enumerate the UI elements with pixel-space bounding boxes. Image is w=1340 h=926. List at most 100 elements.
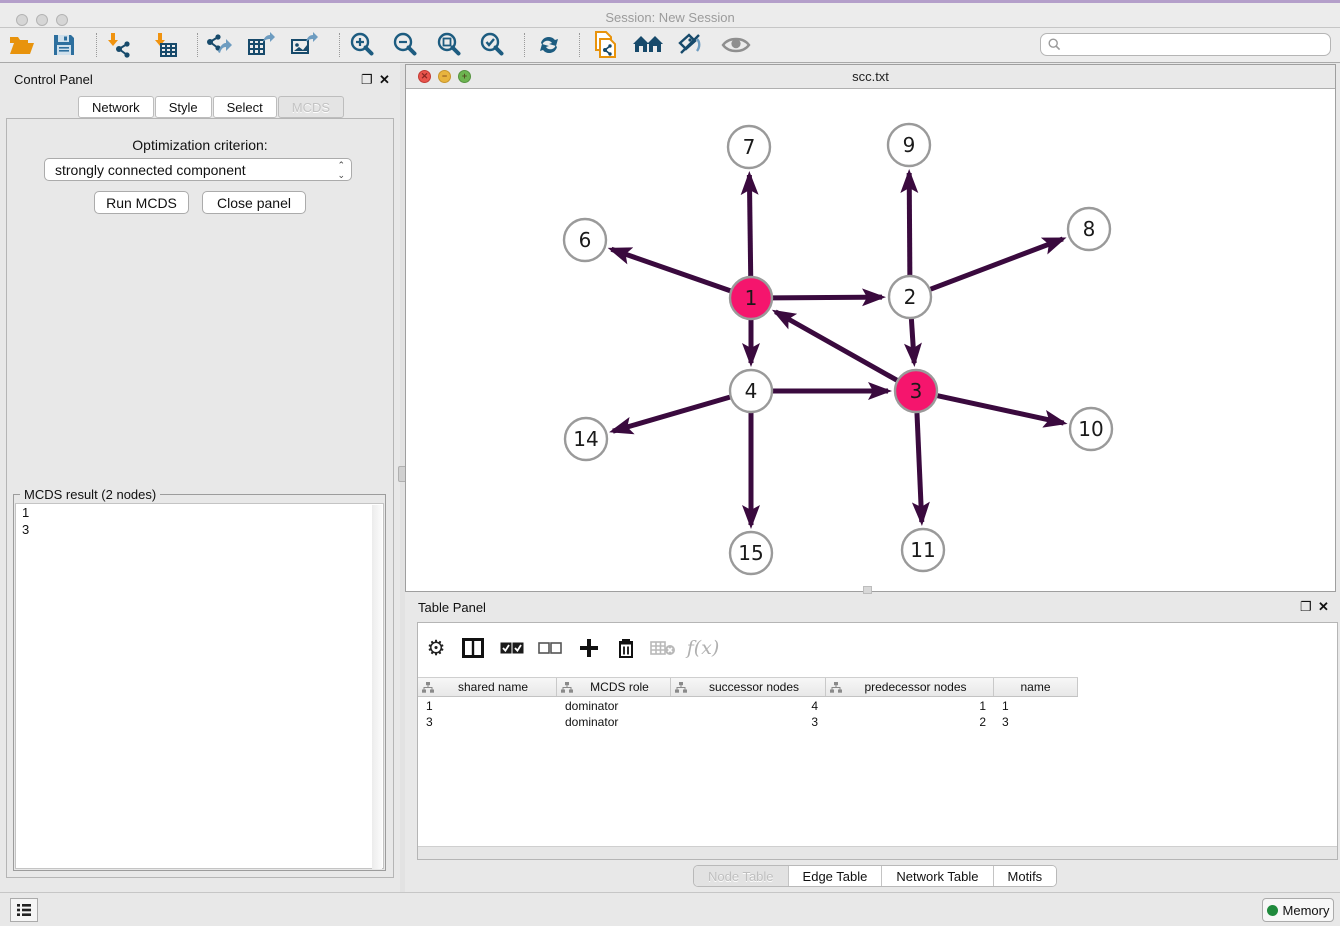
node-10[interactable]: 10 bbox=[1070, 408, 1112, 450]
open-session-icon[interactable] bbox=[4, 30, 40, 60]
node-15[interactable]: 15 bbox=[730, 532, 772, 574]
search-input[interactable] bbox=[1061, 37, 1330, 52]
control-panel-title: Control Panel bbox=[14, 72, 93, 87]
control-panel-float-icon[interactable]: ❐ bbox=[361, 73, 373, 86]
delete-column-icon[interactable] bbox=[609, 633, 643, 663]
birdseye-view-icon[interactable] bbox=[718, 30, 754, 60]
cell-shared-name[interactable]: 3 bbox=[418, 714, 557, 730]
column-header-shared-name[interactable]: shared name bbox=[418, 678, 557, 696]
import-network-icon[interactable] bbox=[100, 30, 136, 60]
result-scrollbar[interactable] bbox=[372, 505, 382, 869]
table-panel-float-icon[interactable]: ❐ bbox=[1300, 600, 1312, 613]
tab-node-table[interactable]: Node Table bbox=[694, 866, 789, 886]
cell-name[interactable]: 1 bbox=[994, 698, 1078, 714]
edge-4-14[interactable] bbox=[613, 397, 730, 431]
zoom-fit-icon[interactable] bbox=[431, 30, 467, 60]
zoom-out-icon[interactable] bbox=[387, 30, 423, 60]
optimization-criterion-value: strongly connected component bbox=[55, 162, 246, 178]
task-history-button[interactable] bbox=[10, 898, 38, 922]
table-columns-icon[interactable] bbox=[456, 633, 490, 663]
node-6[interactable]: 6 bbox=[564, 219, 606, 261]
memory-label: Memory bbox=[1283, 903, 1330, 918]
edge-2-3[interactable] bbox=[911, 319, 914, 363]
hide-labels-icon[interactable] bbox=[673, 30, 709, 60]
tab-style[interactable]: Style bbox=[155, 96, 212, 118]
refresh-icon[interactable] bbox=[531, 30, 567, 60]
table-hscrollbar[interactable] bbox=[418, 846, 1337, 859]
column-type-icon bbox=[422, 682, 434, 693]
control-panel-close-icon[interactable]: ✕ bbox=[379, 73, 390, 86]
node-4[interactable]: 4 bbox=[730, 370, 772, 412]
run-mcds-button[interactable]: Run MCDS bbox=[94, 191, 189, 214]
export-network-icon[interactable] bbox=[200, 30, 236, 60]
node-9[interactable]: 9 bbox=[888, 124, 930, 166]
mcds-result-text-area[interactable]: 13 bbox=[15, 503, 384, 869]
column-type-icon bbox=[830, 682, 842, 693]
select-all-rows-icon[interactable] bbox=[495, 633, 529, 663]
tab-network-table[interactable]: Network Table bbox=[882, 866, 993, 886]
node-7[interactable]: 7 bbox=[728, 126, 770, 168]
deselect-all-rows-icon[interactable] bbox=[533, 633, 567, 663]
edge-3-11[interactable] bbox=[917, 413, 922, 522]
node-2[interactable]: 2 bbox=[889, 276, 931, 318]
table-row[interactable]: 1dominator411 bbox=[418, 698, 1078, 714]
network-home-icon[interactable] bbox=[630, 30, 666, 60]
tab-network[interactable]: Network bbox=[78, 96, 154, 118]
node-1[interactable]: 1 bbox=[730, 277, 772, 319]
column-header-name[interactable]: name bbox=[994, 678, 1078, 696]
cell-shared-name[interactable]: 1 bbox=[418, 698, 557, 714]
horizontal-splitter-grip[interactable] bbox=[863, 586, 872, 594]
edge-2-8[interactable] bbox=[931, 239, 1063, 289]
optimization-criterion-select[interactable]: strongly connected component ⌃⌄ bbox=[44, 158, 352, 181]
select-chevrons-icon: ⌃⌄ bbox=[337, 160, 345, 180]
column-header-successor-nodes[interactable]: successor nodes bbox=[671, 678, 826, 696]
tab-motifs[interactable]: Motifs bbox=[994, 866, 1057, 886]
function-builder-icon[interactable]: f(x) bbox=[686, 633, 720, 663]
zoom-in-icon[interactable] bbox=[344, 30, 380, 60]
table-header-row: shared nameMCDS rolesuccessor nodesprede… bbox=[418, 677, 1078, 697]
node-label: 3 bbox=[910, 379, 923, 403]
node-3[interactable]: 3 bbox=[895, 370, 937, 412]
edge-2-9[interactable] bbox=[909, 173, 910, 275]
edge-3-1[interactable] bbox=[775, 312, 896, 380]
table-settings-icon[interactable]: ⚙ bbox=[419, 633, 453, 663]
tab-edge-table[interactable]: Edge Table bbox=[789, 866, 883, 886]
duplicate-network-icon[interactable] bbox=[587, 30, 623, 60]
edge-1-2[interactable] bbox=[773, 297, 882, 298]
node-8[interactable]: 8 bbox=[1068, 208, 1110, 250]
cell-MCDS-role[interactable]: dominator bbox=[557, 698, 671, 714]
cell-name[interactable]: 3 bbox=[994, 714, 1078, 730]
app-titlebar: Session: New Session bbox=[0, 3, 1340, 28]
delete-table-icon[interactable] bbox=[646, 633, 680, 663]
cell-successor-nodes[interactable]: 3 bbox=[671, 714, 826, 730]
node-label: 4 bbox=[745, 379, 758, 403]
cell-successor-nodes[interactable]: 4 bbox=[671, 698, 826, 714]
node-11[interactable]: 11 bbox=[902, 529, 944, 571]
edge-3-10[interactable] bbox=[937, 396, 1063, 423]
tab-select[interactable]: Select bbox=[213, 96, 277, 118]
column-header-predecessor-nodes[interactable]: predecessor nodes bbox=[826, 678, 994, 696]
close-panel-button[interactable]: Close panel bbox=[202, 191, 306, 214]
edge-1-6[interactable] bbox=[611, 249, 730, 291]
edge-1-7[interactable] bbox=[749, 175, 750, 276]
zoom-selected-icon[interactable] bbox=[474, 30, 510, 60]
add-column-icon[interactable] bbox=[572, 633, 606, 663]
memory-button[interactable]: Memory bbox=[1262, 898, 1334, 922]
cell-predecessor-nodes[interactable]: 1 bbox=[826, 698, 994, 714]
save-session-icon[interactable] bbox=[46, 30, 82, 60]
table-tabs: Node Table Edge Table Network Table Moti… bbox=[693, 865, 1057, 887]
tab-mcds[interactable]: MCDS bbox=[278, 96, 344, 118]
node-14[interactable]: 14 bbox=[565, 418, 607, 460]
column-header-MCDS-role[interactable]: MCDS role bbox=[557, 678, 671, 696]
search-box[interactable] bbox=[1040, 33, 1331, 56]
toolbar-divider bbox=[339, 33, 340, 57]
cell-MCDS-role[interactable]: dominator bbox=[557, 714, 671, 730]
export-table-icon[interactable] bbox=[243, 30, 279, 60]
cell-predecessor-nodes[interactable]: 2 bbox=[826, 714, 994, 730]
table-row[interactable]: 3dominator323 bbox=[418, 714, 1078, 730]
table-panel-close-icon[interactable]: ✕ bbox=[1318, 600, 1329, 613]
optimization-criterion-label: Optimization criterion: bbox=[0, 137, 400, 153]
import-table-icon[interactable] bbox=[147, 30, 183, 60]
network-canvas[interactable]: 7 9 6 8 1 2 4 3 14 10 15 11 bbox=[406, 89, 1335, 591]
export-image-icon[interactable] bbox=[286, 30, 322, 60]
